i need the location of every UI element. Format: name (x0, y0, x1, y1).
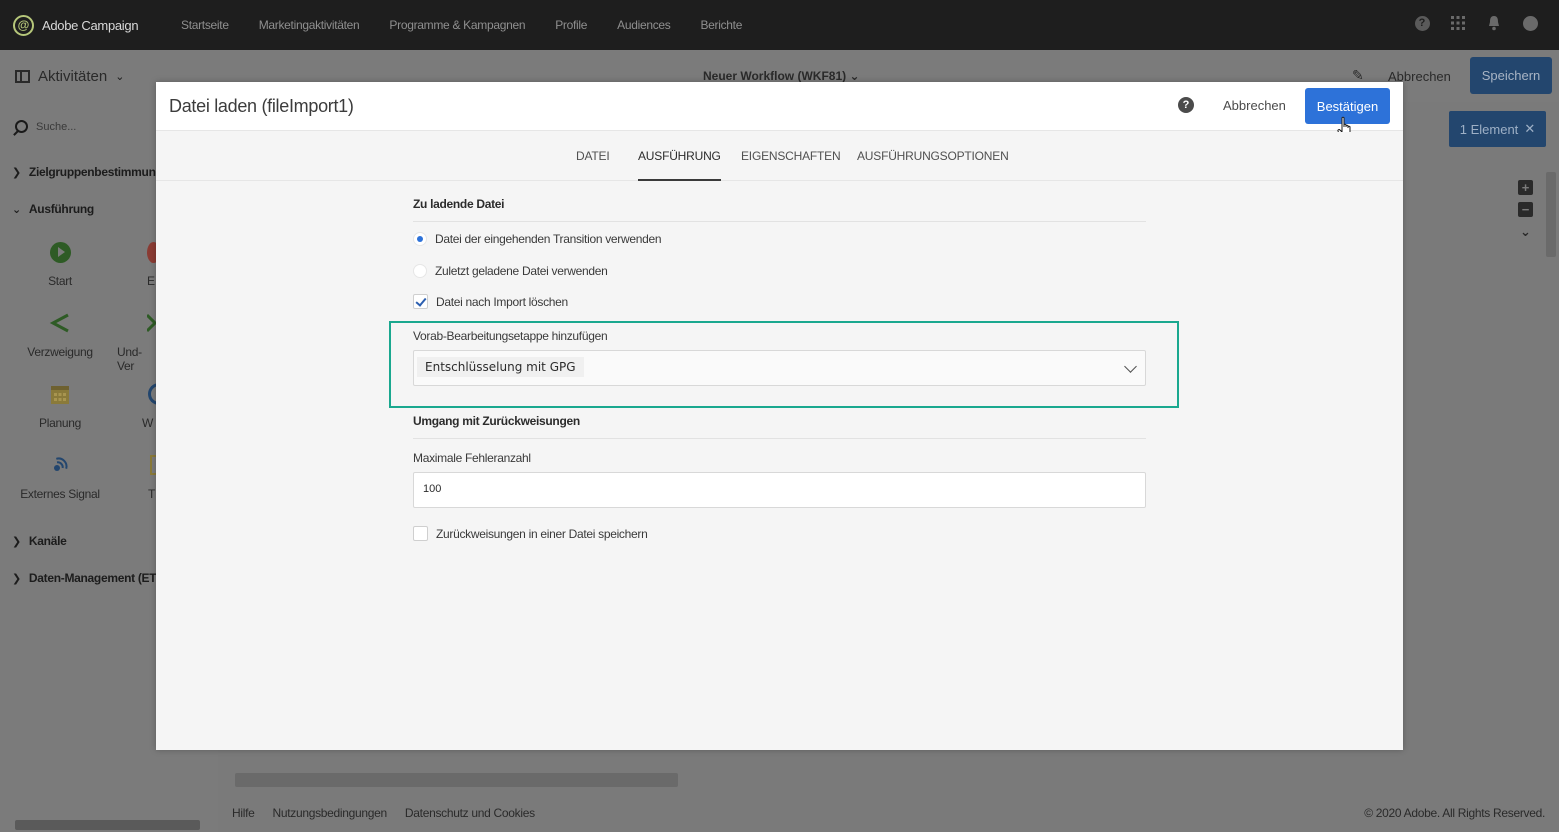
nav-programs-campaigns[interactable]: Programme & Kampagnen (389, 18, 525, 32)
activities-panel-toggle[interactable]: Aktivitäten ⌄ (15, 68, 124, 85)
search-placeholder: Suche... (36, 120, 77, 133)
chevron-down-icon: ⌄ (115, 71, 125, 83)
nav-profiles[interactable]: Profile (555, 18, 587, 32)
radio-button-selected[interactable] (413, 232, 427, 246)
activities-panel-label: Aktivitäten (38, 68, 108, 85)
max-errors-input[interactable]: 100 (413, 472, 1146, 508)
dialog-cancel-button[interactable]: Abbrechen (1223, 98, 1286, 113)
category-data-management[interactable]: ❯ Daten-Management (ETL) (12, 571, 167, 585)
help-icon[interactable]: ? (1178, 97, 1194, 113)
close-icon: ✕ (1524, 121, 1536, 136)
radio-button[interactable] (413, 264, 427, 278)
footer-help-link[interactable]: Hilfe (232, 806, 255, 820)
zoom-out-icon[interactable]: − (1518, 202, 1533, 217)
category-execution[interactable]: ⌄ Ausführung (12, 202, 94, 216)
activity-external-signal[interactable]: Externes Signal (10, 452, 110, 501)
external-signal-icon (54, 457, 68, 471)
start-icon (49, 241, 71, 263)
checkbox-save-rejects[interactable]: Zurückweisungen in einer Datei speichern (413, 526, 1146, 541)
radio-incoming-transition[interactable]: Datei der eingehenden Transition verwend… (413, 232, 1146, 246)
help-icon[interactable]: ? (1413, 14, 1431, 32)
workflow-title[interactable]: Neuer Workflow (WKF81) ⌄ (703, 69, 860, 83)
nav-marketing-activities[interactable]: Marketingaktivitäten (259, 18, 360, 32)
tab-execution-options[interactable]: AUSFÜHRUNGSOPTIONEN (857, 149, 1009, 163)
apps-grid-icon[interactable] (1449, 14, 1467, 32)
chevron-right-icon: ❯ (12, 572, 21, 585)
max-errors-label: Maximale Fehleranzahl (413, 451, 531, 465)
radio-last-loaded-file-label: Zuletzt geladene Datei verwenden (435, 264, 608, 278)
workflow-save-button[interactable]: Speichern (1470, 57, 1552, 94)
nav-reports[interactable]: Berichte (700, 18, 742, 32)
top-bar: @ Adobe Campaign Startseite Marketingakt… (0, 0, 1559, 50)
tab-properties[interactable]: EIGENSCHAFTEN (741, 149, 841, 163)
chevron-down-icon: ⌄ (12, 203, 21, 216)
radio-incoming-transition-label: Datei der eingehenden Transition verwend… (435, 232, 662, 246)
user-avatar-icon[interactable] (1521, 14, 1539, 32)
main-nav: Startseite Marketingaktivitäten Programm… (181, 18, 772, 32)
selection-count-button[interactable]: 1 Element ✕ (1449, 111, 1546, 147)
tab-execution[interactable]: AUSFÜHRUNG (638, 149, 721, 181)
checkbox-delete-after-import[interactable]: Datei nach Import löschen (413, 294, 1146, 309)
activity-end[interactable]: E (100, 239, 160, 288)
checkbox-save-rejects-label: Zurückweisungen in einer Datei speichern (436, 526, 648, 541)
canvas-vertical-scrollbar[interactable] (1545, 160, 1557, 760)
file-import-dialog: Datei laden (fileImport1) ? Abbrechen Be… (156, 82, 1403, 750)
activity-and-join[interactable]: Und-Ver (117, 310, 157, 373)
footer-privacy-link[interactable]: Datenschutz und Cookies (405, 806, 535, 820)
notifications-bell-icon[interactable] (1485, 14, 1503, 32)
checkbox-unchecked[interactable] (413, 526, 428, 541)
app-name: Adobe Campaign (42, 17, 139, 33)
copyright: © 2020 Adobe. All Rights Reserved. (1364, 806, 1545, 820)
search-icon (15, 120, 28, 133)
highlight-box (389, 321, 1179, 408)
adobe-campaign-logo-icon: @ (13, 14, 34, 36)
footer-terms-link[interactable]: Nutzungsbedingungen (273, 806, 388, 820)
checkbox-checked[interactable] (413, 294, 428, 309)
canvas-horizontal-scrollbar[interactable] (220, 770, 1540, 790)
category-targeting[interactable]: ❯ Zielgruppenbestimmung (12, 165, 163, 179)
activity-start[interactable]: Start (10, 239, 110, 288)
nav-audiences[interactable]: Audiences (617, 18, 671, 32)
panel-icon (15, 70, 30, 83)
nav-home[interactable]: Startseite (181, 18, 229, 32)
radio-last-loaded-file[interactable]: Zuletzt geladene Datei verwenden (413, 264, 1146, 278)
tab-file[interactable]: DATEI (576, 149, 610, 163)
branch-icon (49, 313, 69, 333)
category-channels[interactable]: ❯ Kanäle (12, 534, 67, 548)
activity-branch[interactable]: Verzweigung (10, 310, 110, 359)
dialog-header: Datei laden (fileImport1) ? Abbrechen Be… (156, 82, 1403, 140)
page-footer: Hilfe Nutzungsbedingungen Datenschutz un… (0, 795, 1559, 832)
calendar-icon (51, 386, 69, 404)
chevron-down-icon[interactable]: ⌄ (1518, 224, 1533, 239)
dialog-tabs: DATEI AUSFÜHRUNG EIGENSCHAFTEN AUSFÜHRUN… (156, 132, 1403, 181)
chevron-right-icon: ❯ (12, 535, 21, 548)
activity-scheduler[interactable]: Planung (10, 381, 110, 430)
zoom-in-icon[interactable]: + (1518, 180, 1533, 195)
checkbox-delete-after-import-label: Datei nach Import löschen (436, 294, 568, 309)
chevron-right-icon: ❯ (12, 166, 21, 179)
file-section-title: Zu ladende Datei (413, 197, 1146, 222)
activity-search[interactable]: Suche... (15, 120, 76, 133)
zoom-controls: + − ⌄ (1518, 180, 1534, 246)
dialog-title: Datei laden (fileImport1) (169, 96, 354, 116)
rejects-section-title: Umgang mit Zurückweisungen (413, 414, 1146, 439)
app-logo[interactable]: @ Adobe Campaign (13, 14, 163, 36)
